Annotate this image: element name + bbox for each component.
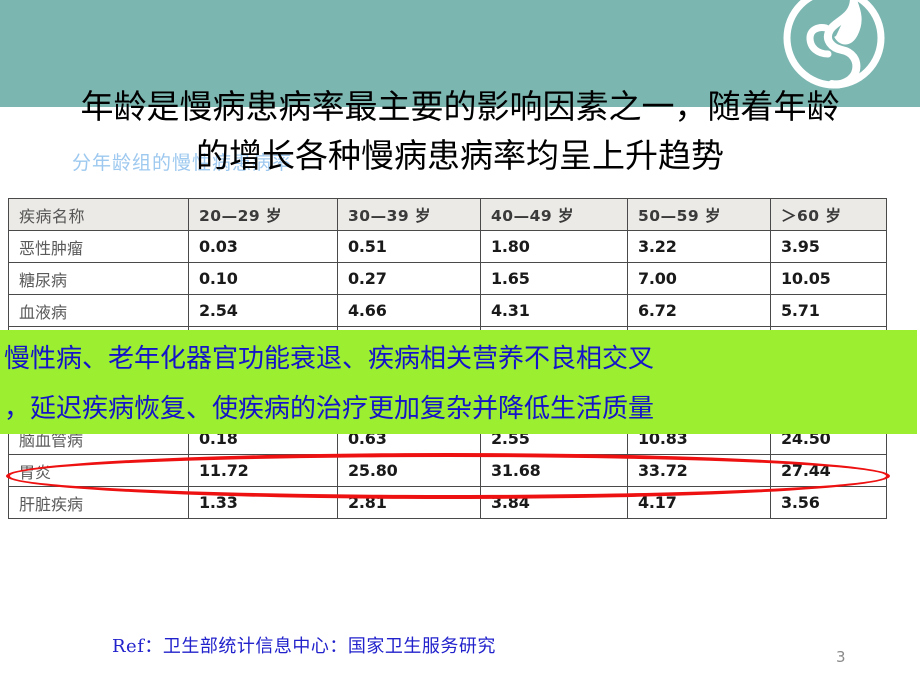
page-title-line-1: 年龄是慢病患病率最主要的影响因素之一，随着年龄 <box>80 87 840 126</box>
cell-disease-name: 胃炎 <box>8 454 189 487</box>
cell-value: 3.22 <box>627 230 771 263</box>
column-header-age-over-60: ＞60 岁 <box>770 198 887 231</box>
column-header-age-20-29: 20—29 岁 <box>188 198 338 231</box>
column-header-disease: 疾病名称 <box>8 198 189 231</box>
cell-value: 3.95 <box>770 230 887 263</box>
page-number: 3 <box>836 648 846 666</box>
green-callout-text: 慢性病、老年化器官功能衰退、疾病相关营养不良相交叉 ，延迟疾病恢复、使疾病的治疗… <box>4 334 917 434</box>
cell-value: 31.68 <box>480 454 628 487</box>
slide-canvas: 分年龄组的慢性病患病率 年龄是慢病患病率最主要的影响因素之一，随着年龄 的增长各… <box>0 0 920 690</box>
green-callout-box: 慢性病、老年化器官功能衰退、疾病相关营养不良相交叉 ，延迟疾病恢复、使疾病的治疗… <box>0 330 917 434</box>
cell-value: 7.00 <box>627 262 771 295</box>
table-row: 血液病 2.54 4.66 4.31 6.72 5.71 <box>8 294 887 327</box>
cell-value: 27.44 <box>770 454 887 487</box>
cell-value: 10.05 <box>770 262 887 295</box>
table-row: 糖尿病 0.10 0.27 1.65 7.00 10.05 <box>8 262 887 295</box>
green-callout-line-2: ，延迟疾病恢复、使疾病的治疗更加复杂并降低生活质量 <box>4 394 655 424</box>
cell-value: 3.56 <box>770 486 887 519</box>
cell-value: 4.66 <box>337 294 481 327</box>
cell-value: 33.72 <box>627 454 771 487</box>
cell-value: 2.81 <box>337 486 481 519</box>
green-callout-line-1: 慢性病、老年化器官功能衰退、疾病相关营养不良相交叉 <box>4 344 655 374</box>
cell-value: 25.80 <box>337 454 481 487</box>
cell-value: 4.31 <box>480 294 628 327</box>
table-row: 肝脏疾病 1.33 2.81 3.84 4.17 3.56 <box>8 486 887 519</box>
cell-value: 0.27 <box>337 262 481 295</box>
cell-value: 6.72 <box>627 294 771 327</box>
cell-value: 1.80 <box>480 230 628 263</box>
cell-disease-name: 恶性肿瘤 <box>8 230 189 263</box>
table-row: 胃炎 11.72 25.80 31.68 33.72 27.44 <box>8 454 887 487</box>
page-title-line-2: 的增长各种慢病患病率均呈上升趋势 <box>196 136 724 175</box>
cell-disease-name: 血液病 <box>8 294 189 327</box>
cell-disease-name: 肝脏疾病 <box>8 486 189 519</box>
cell-value: 4.17 <box>627 486 771 519</box>
cell-value: 0.03 <box>188 230 338 263</box>
cell-value: 2.54 <box>188 294 338 327</box>
cell-value: 0.51 <box>337 230 481 263</box>
cell-value: 11.72 <box>188 454 338 487</box>
page-title: 年龄是慢病患病率最主要的影响因素之一，随着年龄 的增长各种慢病患病率均呈上升趋势 <box>0 82 920 180</box>
cell-value: 5.71 <box>770 294 887 327</box>
table-row: 恶性肿瘤 0.03 0.51 1.80 3.22 3.95 <box>8 230 887 263</box>
cell-value: 3.84 <box>480 486 628 519</box>
reference-footnote: Ref：卫生部统计信息中心：国家卫生服务研究 <box>112 636 496 657</box>
column-header-age-30-39: 30—39 岁 <box>337 198 481 231</box>
table-header-row: 疾病名称 20—29 岁 30—39 岁 40—49 岁 50—59 岁 ＞60… <box>8 198 887 231</box>
cell-disease-name: 糖尿病 <box>8 262 189 295</box>
cell-value: 0.10 <box>188 262 338 295</box>
column-header-age-50-59: 50—59 岁 <box>627 198 771 231</box>
cell-value: 1.65 <box>480 262 628 295</box>
column-header-age-40-49: 40—49 岁 <box>480 198 628 231</box>
cell-value: 1.33 <box>188 486 338 519</box>
